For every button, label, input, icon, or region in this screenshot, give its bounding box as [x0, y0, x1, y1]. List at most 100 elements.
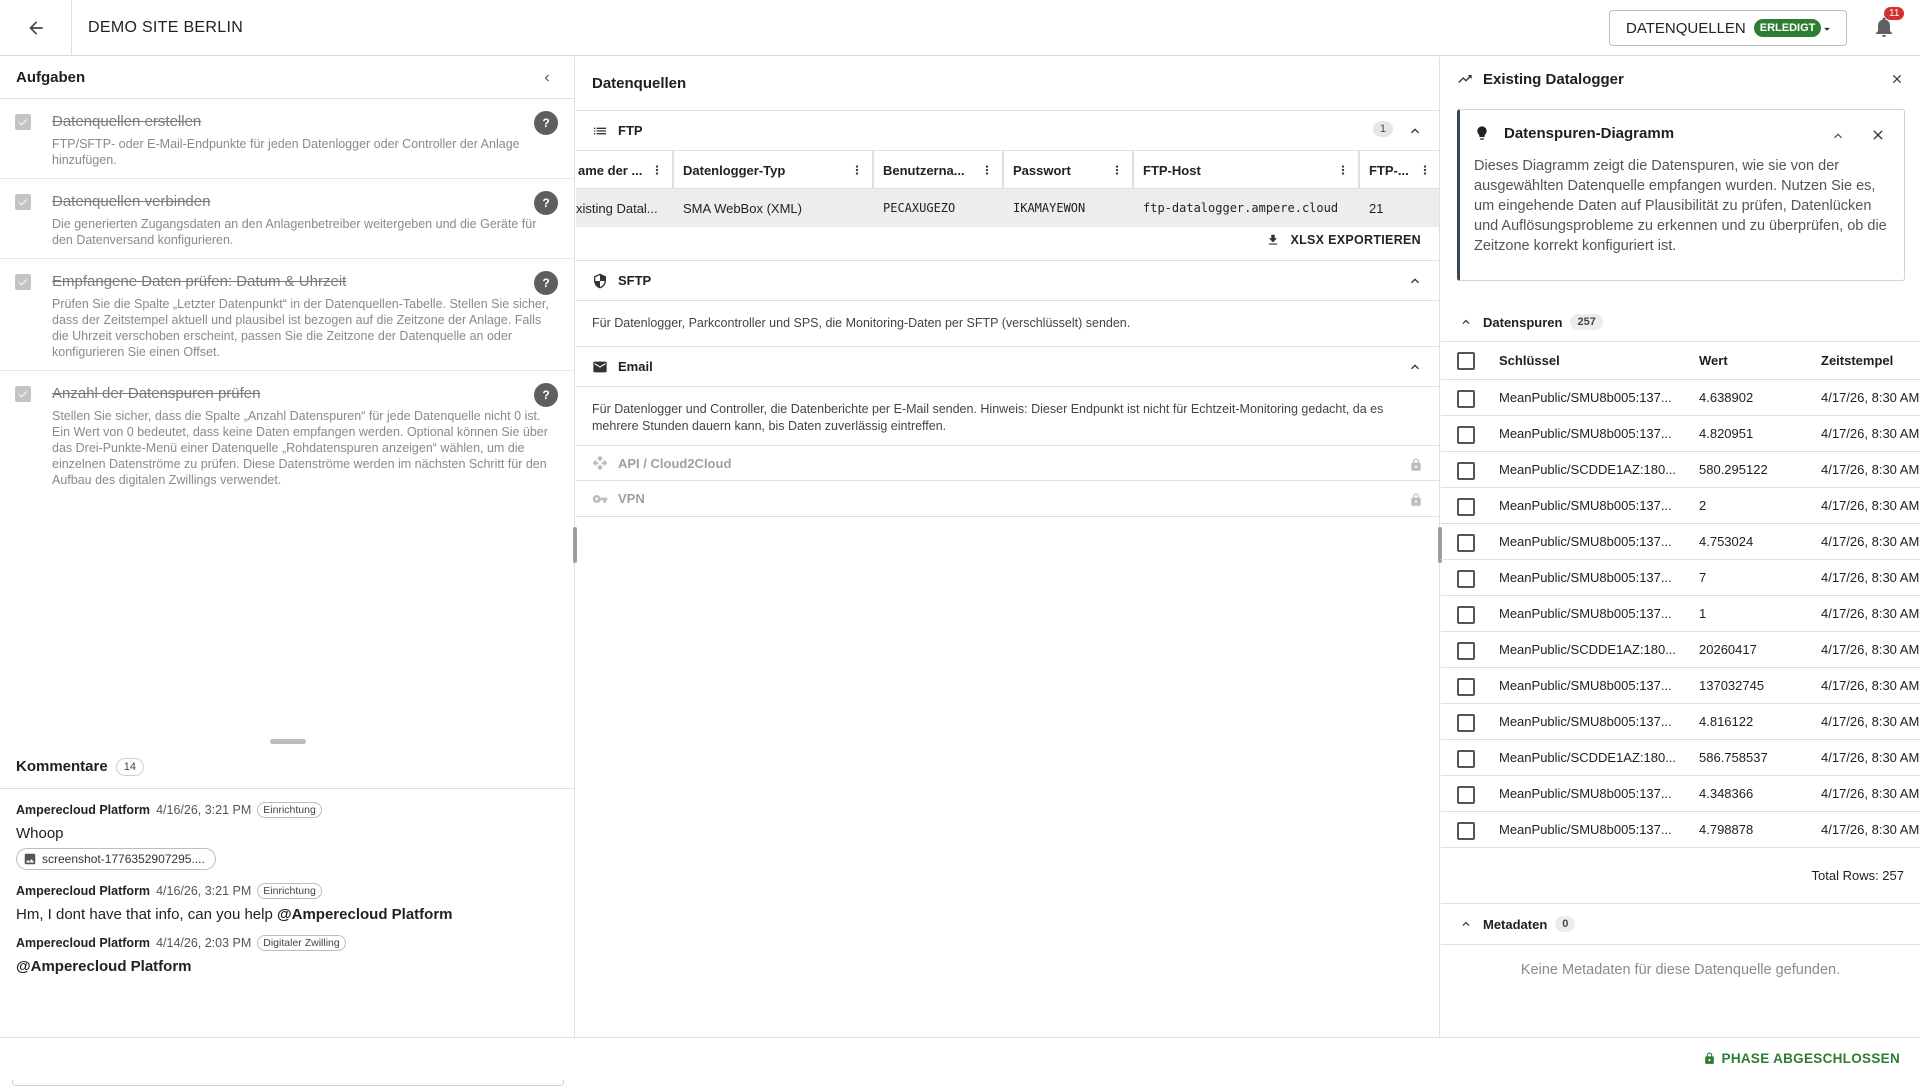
table-row[interactable]: MeanPublic/SMU8b005:137... 4.753024 4/17/2…: [1441, 524, 1920, 560]
datastreams-header[interactable]: Datenspuren 257: [1441, 303, 1920, 341]
cell-password: IKAMAYEWON: [1013, 201, 1086, 215]
row-checkbox[interactable]: [1457, 678, 1475, 696]
row-checkbox[interactable]: [1457, 390, 1475, 408]
table-row[interactable]: xisting Datal... SMA WebBox (XML) PECAXU…: [576, 189, 1439, 227]
row-checkbox[interactable]: [1457, 642, 1475, 660]
more-vert-icon[interactable]: [1418, 162, 1432, 178]
column-header[interactable]: Benutzerna...: [874, 151, 1004, 189]
column-header[interactable]: Datenlogger-Typ: [674, 151, 874, 189]
table-row[interactable]: MeanPublic/SMU8b005:137... 4.820951 4/17/2…: [1441, 416, 1920, 452]
column-label: FTP-...: [1369, 162, 1409, 178]
row-checkbox[interactable]: [1457, 570, 1475, 588]
table-row[interactable]: MeanPublic/SCDDE1AZ:180... 580.295122 4/17…: [1441, 452, 1920, 488]
column-header-value[interactable]: Wert: [1699, 342, 1809, 379]
task-checkbox[interactable]: [15, 274, 31, 290]
column-header[interactable]: FTP-Host: [1134, 151, 1360, 189]
ftp-section-header[interactable]: FTP 1: [576, 111, 1439, 151]
comment-date: 4/16/26, 3:21 PM: [156, 884, 252, 898]
help-button[interactable]: ?: [534, 383, 558, 407]
table-row[interactable]: MeanPublic/SMU8b005:137... 4.798878 4/17/2…: [1441, 812, 1920, 848]
help-button[interactable]: ?: [534, 111, 558, 135]
more-vert-icon[interactable]: [980, 162, 994, 178]
cell-key: MeanPublic/SMU8b005:137...: [1499, 786, 1672, 801]
chevron-up-icon: [1462, 921, 1470, 926]
cell-value: 20260417: [1699, 642, 1757, 657]
phase-complete-button[interactable]: PHASE ABGESCHLOSSEN: [1703, 1051, 1900, 1066]
download-icon: [1269, 234, 1278, 245]
task-checkbox[interactable]: [15, 114, 31, 130]
help-button[interactable]: ?: [534, 191, 558, 215]
arrow-left-icon: [28, 20, 43, 35]
column-header[interactable]: Passwort: [1004, 151, 1134, 189]
sftp-section-header[interactable]: SFTP: [576, 261, 1439, 301]
cell-value: 580.295122: [1699, 462, 1768, 477]
comment-item: Amperecloud Platform 4/16/26, 3:21 PM Ei…: [16, 802, 559, 871]
attachment-chip[interactable]: screenshot-1776352907295....: [16, 848, 216, 870]
comment-tag: Digitaler Zwilling: [257, 935, 346, 951]
table-row[interactable]: MeanPublic/SMU8b005:137... 137032745 4/17/…: [1441, 668, 1920, 704]
phase-complete-label: PHASE ABGESCHLOSSEN: [1721, 1051, 1900, 1066]
column-label: Passwort: [1013, 162, 1071, 178]
comment-author: Amperecloud Platform: [16, 884, 151, 898]
email-section-header[interactable]: Email: [576, 347, 1439, 387]
more-vert-icon[interactable]: [1336, 162, 1350, 178]
list-icon: [594, 127, 606, 134]
column-header-key[interactable]: Schlüssel: [1499, 342, 1677, 379]
table-row[interactable]: MeanPublic/SMU8b005:137... 7 4/17/26, 8:30…: [1441, 560, 1920, 596]
row-checkbox[interactable]: [1457, 786, 1475, 804]
table-row[interactable]: MeanPublic/SMU8b005:137... 4.816122 4/17/2…: [1441, 704, 1920, 740]
chevron-up-icon[interactable]: [1407, 359, 1423, 375]
status-badge: ERLEDIGT: [1753, 19, 1822, 37]
column-header[interactable]: FTP-...: [1360, 151, 1439, 189]
notifications-button[interactable]: 11: [1872, 7, 1905, 39]
row-checkbox[interactable]: [1457, 750, 1475, 768]
row-checkbox[interactable]: [1457, 426, 1475, 444]
close-icon[interactable]: [1890, 72, 1904, 86]
task-checkbox[interactable]: [15, 386, 31, 402]
row-checkbox[interactable]: [1457, 714, 1475, 732]
select-all-checkbox[interactable]: [1457, 352, 1475, 370]
tasks-title: Aufgaben: [16, 69, 86, 86]
more-vert-icon[interactable]: [1110, 162, 1124, 178]
more-vert-icon[interactable]: [850, 162, 864, 178]
chevron-up-icon[interactable]: [1407, 123, 1423, 139]
back-button[interactable]: [0, 0, 72, 56]
task-checkbox[interactable]: [15, 194, 31, 210]
column-header[interactable]: ame der ...: [576, 151, 674, 189]
table-row[interactable]: MeanPublic/SMU8b005:137... 1 4/17/26, 8:30…: [1441, 596, 1920, 632]
metadata-empty-text: Keine Metadaten für diese Datenquelle ge…: [1520, 962, 1841, 978]
table-row[interactable]: MeanPublic/SCDDE1AZ:180... 586.758537 4/17…: [1441, 740, 1920, 776]
help-button[interactable]: ?: [534, 271, 558, 295]
cell-value: 137032745: [1699, 678, 1765, 693]
row-checkbox[interactable]: [1457, 606, 1475, 624]
task-description: FTP/SFTP- oder E-Mail-Endpunkte für jede…: [52, 137, 520, 167]
mention[interactable]: @Amperecloud Platform: [16, 958, 192, 975]
row-checkbox[interactable]: [1457, 498, 1475, 516]
detail-title: Existing Datalogger: [1483, 70, 1624, 88]
table-row[interactable]: MeanPublic/SMU8b005:137... 4.348366 4/17/2…: [1441, 776, 1920, 812]
datasource-phase-select[interactable]: DATENQUELLEN ERLEDIGT: [1609, 10, 1847, 46]
comment-item: Amperecloud Platform 4/16/26, 3:21 PM Ei…: [16, 883, 559, 923]
table-row[interactable]: MeanPublic/SMU8b005:137... 4.638902 4/17/2…: [1441, 380, 1920, 416]
chevron-up-icon[interactable]: [1407, 273, 1423, 289]
close-icon[interactable]: [1870, 127, 1886, 143]
table-row[interactable]: MeanPublic/SMU8b005:137... 2 4/17/26, 8:30…: [1441, 488, 1920, 524]
chevron-left-icon[interactable]: [540, 71, 554, 85]
column-header-timestamp[interactable]: Zeitstempel: [1821, 342, 1920, 379]
row-checkbox[interactable]: [1457, 534, 1475, 552]
row-checkbox[interactable]: [1457, 822, 1475, 840]
more-vert-icon[interactable]: [650, 162, 664, 178]
comment-text: @Amperecloud Platform: [16, 958, 559, 975]
datastreams-table: Schlüssel Wert Zeitstempel MeanPublic/SM…: [1441, 341, 1920, 848]
lightbulb-icon: [1477, 126, 1487, 140]
metadata-header[interactable]: Metadaten 0: [1441, 903, 1920, 945]
panel-resize-grip[interactable]: [573, 527, 577, 563]
lock-icon: [1411, 458, 1421, 471]
resize-handle[interactable]: [270, 739, 306, 744]
chevron-up-icon[interactable]: [1830, 128, 1846, 144]
xlsx-export-button[interactable]: XLSX EXPORTIEREN: [1266, 233, 1421, 247]
mention[interactable]: @Amperecloud Platform: [277, 906, 453, 923]
check-icon: [18, 278, 28, 286]
row-checkbox[interactable]: [1457, 462, 1475, 480]
table-row[interactable]: MeanPublic/SCDDE1AZ:180... 20260417 4/17/2…: [1441, 632, 1920, 668]
